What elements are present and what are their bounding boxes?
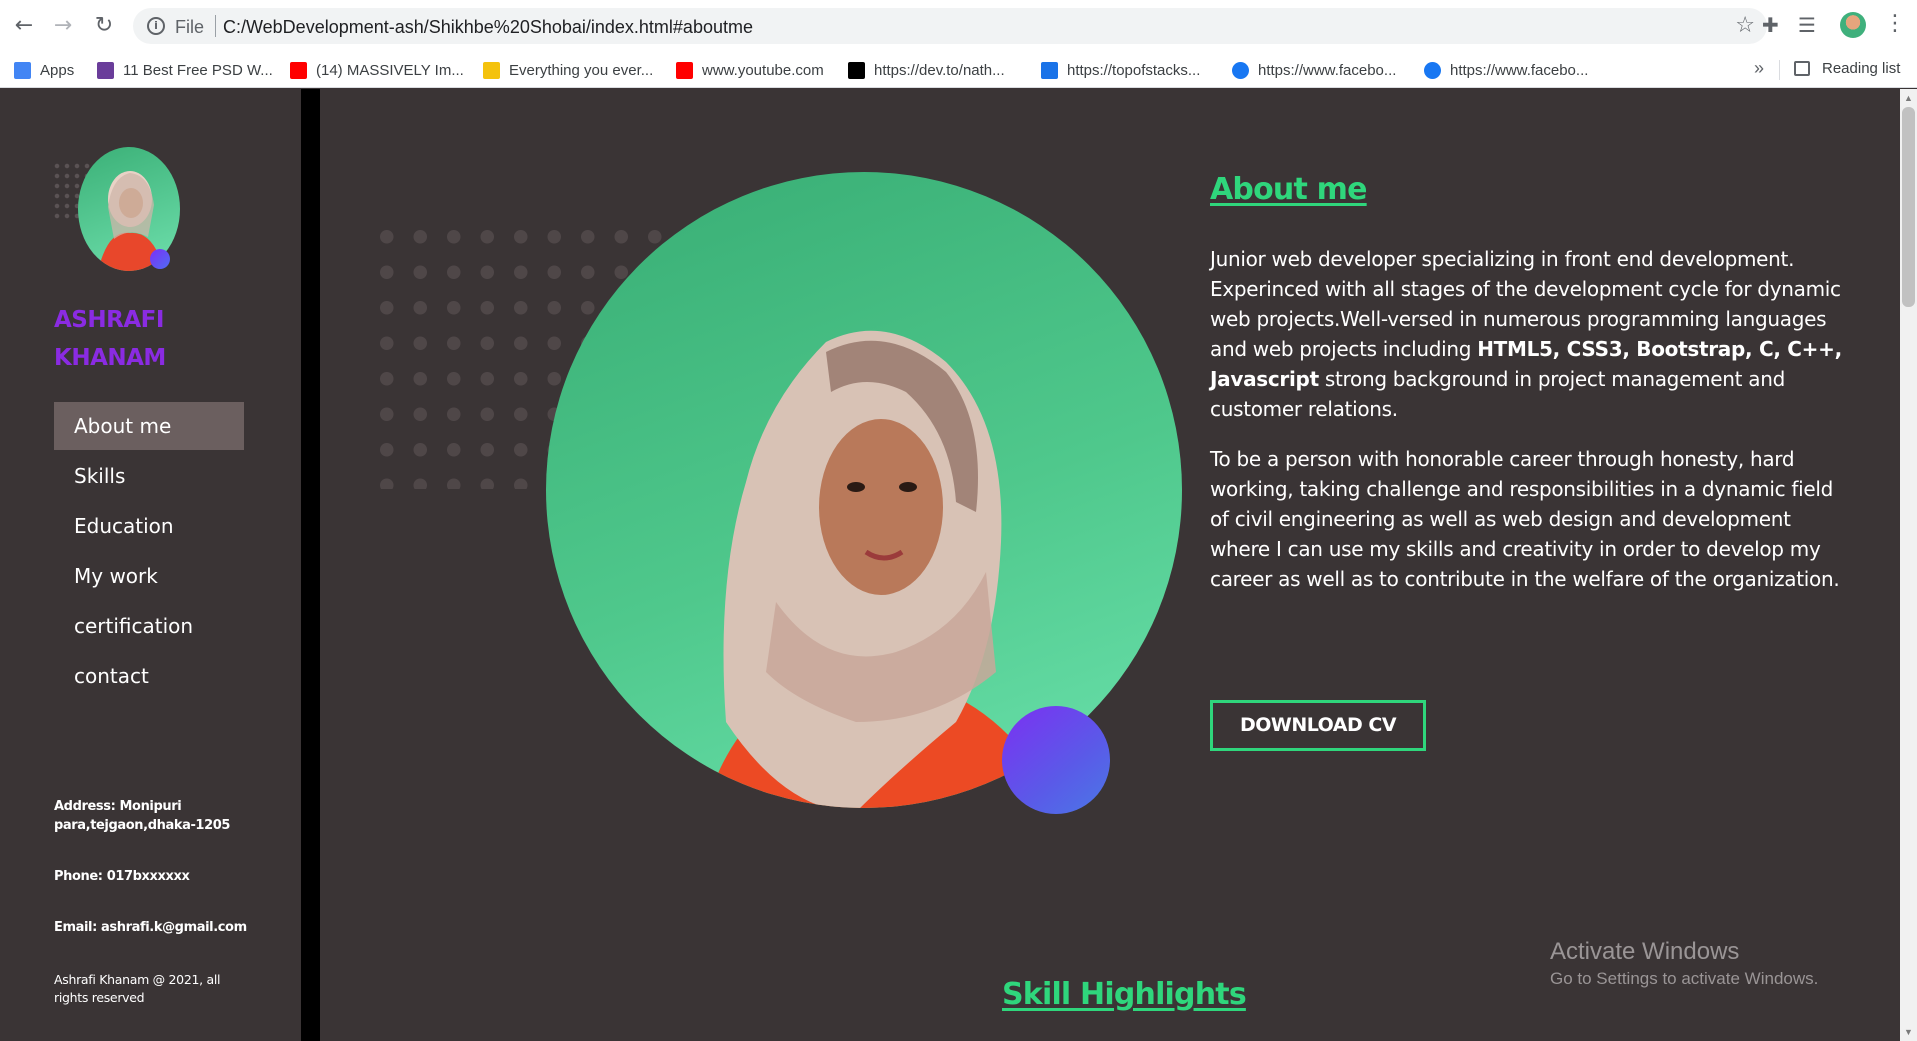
extensions-puzzle-icon[interactable]: ✚ xyxy=(1762,13,1779,37)
youtube-icon xyxy=(290,61,307,79)
bookmark-label: 11 Best Free PSD W... xyxy=(123,61,273,79)
profile-avatar[interactable] xyxy=(1840,12,1866,38)
copyright-text: Ashrafi Khanam @ 2021, all rights reserv… xyxy=(54,972,221,1005)
address-text: Address: Monipuri para,tejgaon,dhaka-120… xyxy=(54,799,231,833)
bookmark-item[interactable]: https://www.facebo... xyxy=(1232,60,1396,80)
bookmark-label: (14) MASSIVELY Im... xyxy=(316,61,464,79)
youtube-icon xyxy=(676,61,693,79)
lightbulb-icon xyxy=(483,61,500,79)
bookmark-label: https://www.facebo... xyxy=(1450,61,1589,79)
bookmark-label: https://www.facebo... xyxy=(1258,61,1397,79)
about-me-heading: About me xyxy=(1210,172,1367,207)
portrait-illustration xyxy=(705,330,1059,808)
apps-grid-icon xyxy=(14,61,31,79)
page-viewport: ASHRAFI KHANAM About me Skills Education My… xyxy=(0,89,1900,1041)
bookmark-item[interactable]: www.youtube.com xyxy=(676,60,824,80)
scroll-thumb[interactable] xyxy=(1902,107,1915,307)
bookmarks-separator xyxy=(1779,60,1780,80)
bookmark-label: Apps xyxy=(40,61,75,79)
bookmark-item[interactable]: Apps xyxy=(14,60,74,80)
bookmarks-bar: Apps 11 Best Free PSD W... (14) MASSIVELY … xyxy=(0,52,1917,88)
browser-toolbar: ← → ↻ i File C:/WebDevelopment-ash/Shikh… xyxy=(0,0,1917,52)
scheme-label: File xyxy=(175,17,205,37)
bookmark-item[interactable]: https://www.facebo... xyxy=(1424,60,1588,80)
info-icon[interactable]: i xyxy=(147,17,165,35)
media-queue-icon[interactable]: ☰ xyxy=(1798,13,1816,37)
bookmark-item[interactable]: 11 Best Free PSD W... xyxy=(97,60,273,80)
phone-text: Phone: 017bxxxxxx xyxy=(54,869,190,884)
facebook-icon xyxy=(1424,61,1441,79)
avatar-accent-dot xyxy=(150,249,170,269)
watermark-line-1: Activate Windows xyxy=(1550,938,1740,965)
url-text[interactable]: C:/WebDevelopment-ash/Shikhbe%20Shobai/i… xyxy=(223,17,753,38)
sidebar-nav-item[interactable]: Education xyxy=(54,502,244,550)
address-bar[interactable]: i File C:/WebDevelopment-ash/Shikhbe%20S… xyxy=(133,8,1767,44)
sidebar-divider xyxy=(301,89,320,1041)
dev-icon xyxy=(848,61,865,79)
bookmark-item[interactable]: (14) MASSIVELY Im... xyxy=(290,60,464,80)
more-bookmarks-icon[interactable]: » xyxy=(1754,58,1764,79)
reload-icon[interactable]: ↻ xyxy=(92,14,116,38)
bookmark-item[interactable]: Everything you ever... xyxy=(483,60,653,80)
bookmark-item[interactable]: https://dev.to/nath... xyxy=(848,60,1005,80)
name-line-1: ASHRAFI xyxy=(54,307,164,333)
bookmark-label: Everything you ever... xyxy=(509,61,654,79)
sidebar: ASHRAFI KHANAM About me Skills Education My… xyxy=(0,89,301,1041)
download-cv-button[interactable]: DOWNLOAD CV xyxy=(1210,700,1426,751)
sidebar-nav-item[interactable]: Skills xyxy=(54,452,244,500)
forward-arrow-icon[interactable]: → xyxy=(51,14,75,38)
scroll-down-icon[interactable]: ▼ xyxy=(1904,1027,1913,1037)
email-text: Email: ashrafi.k@gmail.com xyxy=(54,920,247,935)
omnibox-separator xyxy=(215,15,216,37)
vertical-scrollbar[interactable]: ▲ ▼ xyxy=(1900,89,1917,1041)
scroll-up-icon[interactable]: ▲ xyxy=(1904,93,1913,103)
name-line-2: KHANAM xyxy=(54,345,166,371)
sidebar-nav-item[interactable]: certification xyxy=(54,602,244,650)
bookmark-item[interactable]: https://topofstacks... xyxy=(1041,60,1200,80)
sidebar-nav: About me Skills Education My work certificat… xyxy=(54,402,244,702)
about-paragraph-2: To be a person with honorable career thr… xyxy=(1210,447,1840,591)
reading-list-button[interactable]: Reading list xyxy=(1794,60,1900,77)
bookmark-label: https://dev.to/nath... xyxy=(874,61,1005,79)
windows-activation-watermark: Activate Windows Go to Settings to activ… xyxy=(1550,937,1818,991)
bookmark-label: www.youtube.com xyxy=(702,61,824,79)
sidebar-nav-item[interactable]: About me xyxy=(54,402,244,450)
purple-accent-ball xyxy=(1002,706,1110,814)
bookmark-label: https://topofstacks... xyxy=(1067,61,1201,79)
stack-icon xyxy=(1041,61,1058,79)
bookmark-star-icon[interactable]: ☆ xyxy=(1735,13,1755,38)
watermark-line-2: Go to Settings to activate Windows. xyxy=(1550,969,1819,988)
skill-highlights-heading: Skill Highlights xyxy=(1002,977,1247,1012)
back-arrow-icon[interactable]: ← xyxy=(12,14,36,38)
reading-list-label: Reading list xyxy=(1822,60,1901,77)
browser-menu-icon[interactable]: ⋮ xyxy=(1884,12,1906,36)
site-favicon-icon xyxy=(97,61,114,79)
hero-portrait-circle xyxy=(546,172,1182,808)
sidebar-name: ASHRAFI KHANAM xyxy=(54,301,254,377)
sidebar-nav-item[interactable]: My work xyxy=(54,552,244,600)
reading-list-icon xyxy=(1794,61,1810,76)
sidebar-nav-item[interactable]: contact xyxy=(54,652,244,700)
about-paragraph-1: Junior web developer specializing in fro… xyxy=(1210,244,1850,424)
facebook-icon xyxy=(1232,61,1249,79)
